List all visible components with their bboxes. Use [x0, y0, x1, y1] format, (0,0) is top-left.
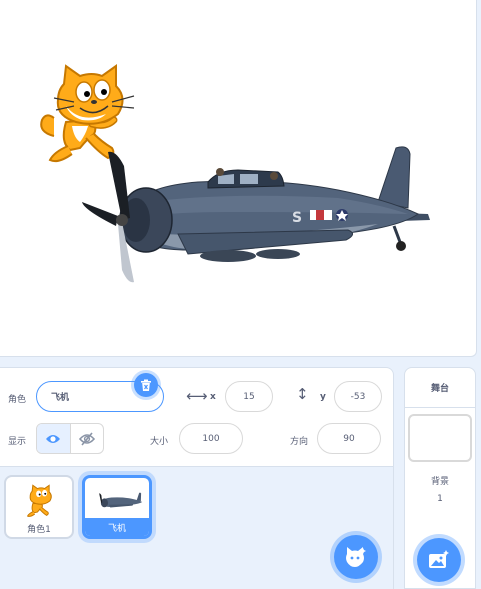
- size-input[interactable]: 100: [179, 423, 243, 454]
- delete-sprite-button[interactable]: [134, 373, 158, 397]
- y-position-input[interactable]: -53: [334, 381, 382, 412]
- cat-sprite-thumbnail: [26, 484, 52, 517]
- eye-icon: [46, 434, 61, 443]
- stage-panel-title: 舞台: [405, 368, 475, 408]
- direction-label: 方向: [290, 437, 309, 447]
- trash-icon: [141, 379, 151, 391]
- sprite-info-panel: 角色 飞机 ⟷ x 15 ↕ y -53 显示 大小 100 方向 90: [0, 367, 394, 467]
- show-label: 显示: [8, 437, 27, 447]
- sprite-name-label: 角色: [8, 395, 27, 405]
- image-add-icon: [429, 550, 449, 568]
- cat-add-icon: [346, 547, 366, 567]
- sprite-pane: 角色 飞机 ⟷ x 15 ↕ y -53 显示 大小 100 方向 90 角色1…: [0, 367, 394, 589]
- x-position-icon: ⟷: [186, 387, 208, 405]
- size-label: 大小: [150, 437, 169, 447]
- stage-thumbnail[interactable]: [408, 414, 472, 462]
- sprite-tile-plane[interactable]: 飞机: [82, 475, 152, 539]
- y-position-icon: ↕: [296, 385, 309, 403]
- stage-selector-panel[interactable]: 舞台 背景 1: [404, 367, 476, 589]
- backdrops-label: 背景: [430, 477, 449, 487]
- direction-input[interactable]: 90: [317, 423, 381, 454]
- sprite-tile-label: 角色1: [27, 524, 51, 535]
- stage-canvas[interactable]: S: [0, 0, 477, 357]
- hide-sprite-button[interactable]: [71, 424, 104, 453]
- backdrops-count: 1: [437, 494, 443, 504]
- x-position-input[interactable]: 15: [225, 381, 273, 412]
- sprite-tile-cat[interactable]: 角色1: [4, 475, 74, 539]
- sprite-tile-label: 飞机: [85, 518, 149, 536]
- y-label: y: [320, 392, 326, 402]
- sprite-list: 角色1 飞机: [0, 373, 394, 589]
- add-sprite-button[interactable]: [334, 535, 378, 579]
- x-label: x: [210, 392, 216, 402]
- visibility-toggle-group: [36, 423, 104, 454]
- eye-slash-icon: [78, 431, 95, 446]
- svg-text:S: S: [292, 210, 302, 226]
- plane-sprite-on-stage[interactable]: S: [78, 142, 438, 286]
- add-backdrop-button[interactable]: [417, 538, 461, 582]
- plane-sprite-thumbnail: [99, 492, 143, 508]
- show-sprite-button[interactable]: [37, 424, 71, 453]
